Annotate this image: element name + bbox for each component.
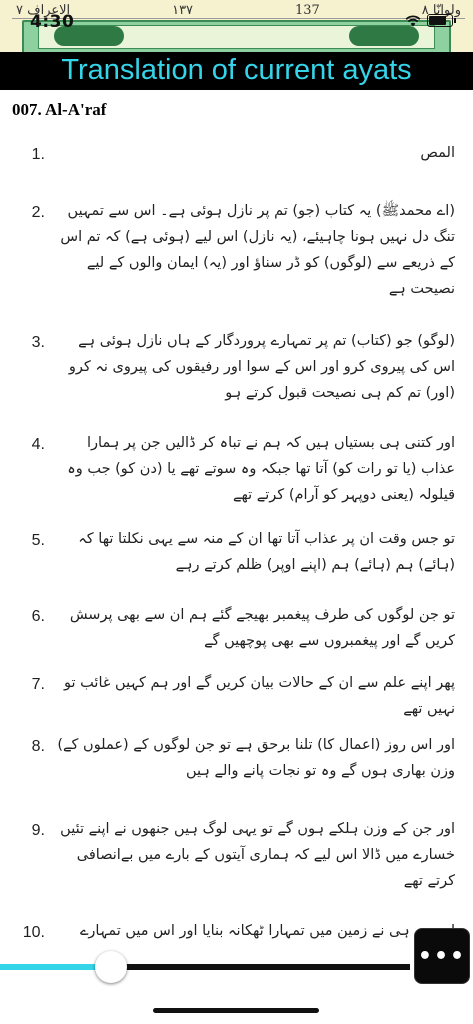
page-title: Translation of current ayats (61, 54, 412, 86)
ayat-number: 5. (31, 532, 45, 549)
ayat-number: 9. (31, 822, 45, 839)
quran-border-frame (22, 20, 451, 52)
ayat-translation: المص (420, 145, 455, 161)
quran-page-header: الاعراف ٧ ۱۳۷ 137 ولوانّا ٨ (12, 2, 465, 19)
ornament-right (349, 26, 419, 46)
ayat-translation: پھر اپنے علم سے ان کے حالات بیان کریں گے… (64, 675, 455, 717)
status-icons (405, 14, 456, 27)
ayat-translation: تو جس وقت ان پر عذاب آتا تھا ان کے منہ س… (78, 531, 455, 573)
ayat-translation: اور اس روز (اعمال کا) تلنا برحق ہے تو جن… (57, 737, 455, 779)
audio-player (0, 940, 473, 984)
more-dots-icon: ••• (417, 943, 467, 969)
ayat-number: 2. (31, 204, 45, 221)
wifi-icon (405, 14, 421, 26)
ayat-translation: اور جن کے وزن ہلکے ہوں گے تو یہی لوگ ہیں… (60, 821, 455, 889)
ayat-number: 4. (31, 436, 45, 453)
battery-icon (427, 14, 456, 27)
progress-thumb[interactable] (94, 951, 127, 983)
status-time: 4:30 (30, 12, 75, 32)
surah-name: 007. Al-A'raf (12, 100, 107, 119)
ayat-number: 1. (31, 146, 45, 163)
ayat-number: 7. (31, 676, 45, 693)
ayat-translation: اور ہم ہی نے زمین میں تمہارا ٹھکانہ بنای… (79, 923, 455, 939)
ayat-translation: (اے محمدﷺ) یہ کتاب (جو) تم پر نازل ہوئی … (60, 203, 455, 297)
ayat-number: 8. (31, 738, 45, 755)
ayat-number: 10. (22, 924, 45, 940)
ayat-list[interactable]: المص 1. (اے محمدﷺ) یہ کتاب (جو) تم پر نازل… (0, 128, 473, 940)
page-number: 137 (294, 2, 320, 18)
ayat-number: 3. (31, 334, 45, 351)
ayat-number: 6. (31, 608, 45, 625)
ayat-translation: اور کتنی ہی بستیاں ہیں کہ ہم نے تباہ کر … (67, 435, 455, 503)
home-indicator (153, 1008, 319, 1013)
ayat-translation: (لوگو) جو (کتاب) تم پر تمہارے پروردگار ک… (68, 333, 455, 401)
title-bar: Translation of current ayats (0, 52, 473, 90)
juz-marker: ۱۳۷ (172, 2, 194, 18)
ayat-translation: تو جن لوگوں کی طرف پیغمبر بھیجے گئے ہم ا… (69, 607, 455, 649)
more-button[interactable]: ••• (414, 928, 470, 984)
